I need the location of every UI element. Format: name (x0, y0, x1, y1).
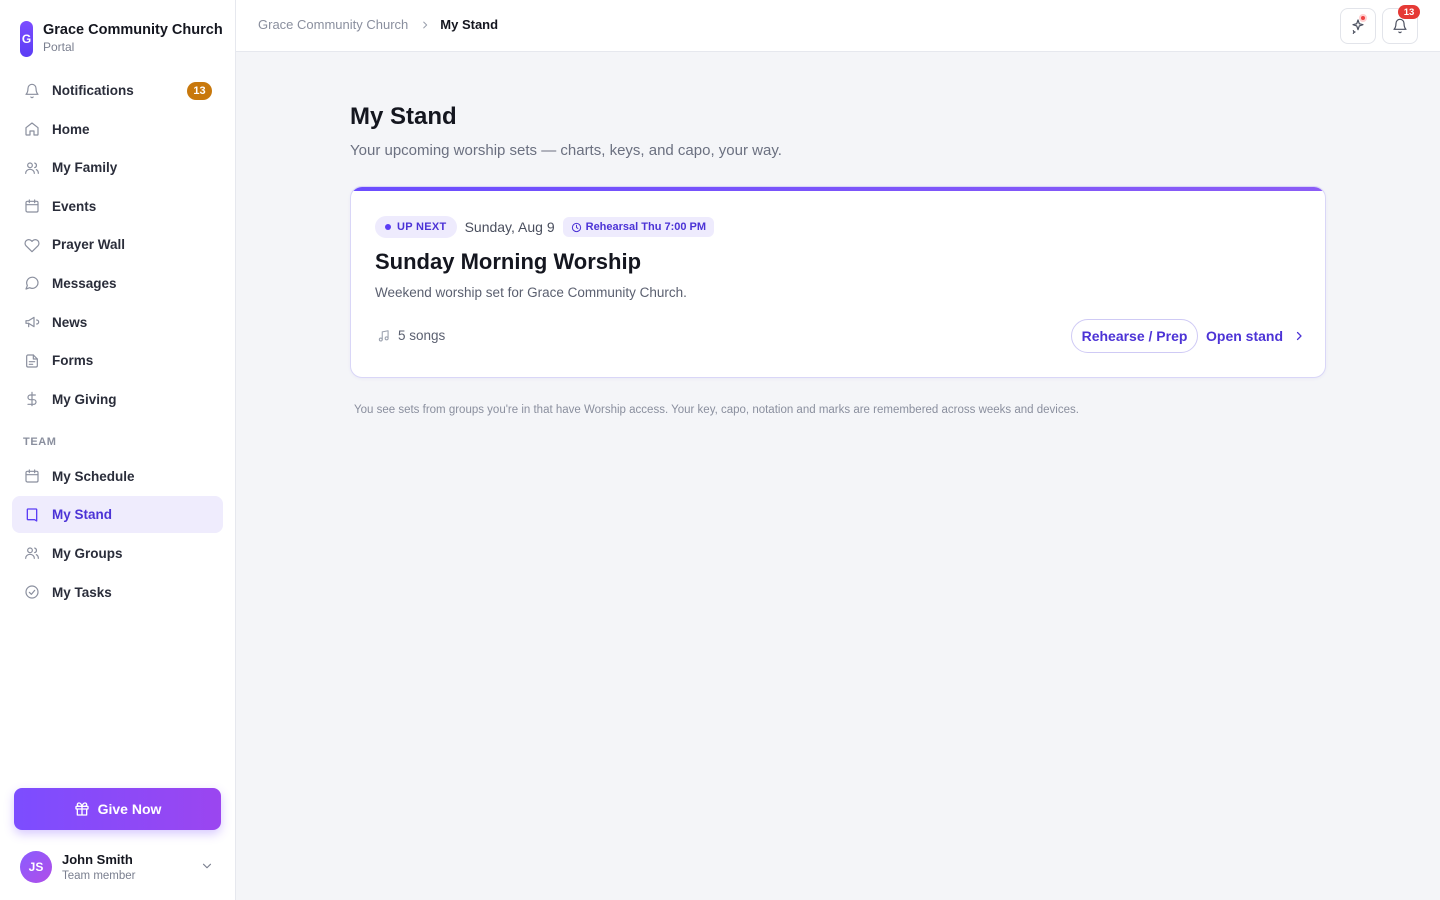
breadcrumb-parent[interactable]: Grace Community Church (258, 17, 408, 32)
users-icon (24, 160, 40, 176)
sidebar-item-label: My Family (52, 160, 118, 176)
worship-set-card: UP NEXT Sunday, Aug 9 Rehearsal Thu 7:00… (350, 186, 1326, 378)
sidebar-item-label: My Stand (52, 507, 113, 523)
give-now-label: Give Now (97, 801, 162, 817)
page-title: My Stand (350, 103, 457, 130)
sidebar-item-my-tasks[interactable]: My Tasks (12, 574, 223, 611)
card-accent-bar (351, 187, 1325, 191)
set-meta: UP NEXT Sunday, Aug 9 Rehearsal Thu 7:00… (375, 216, 715, 238)
up-next-label: UP NEXT (397, 221, 447, 233)
clock-icon (571, 222, 581, 232)
bell-icon (1393, 18, 1407, 34)
open-stand-link[interactable]: Open stand (1206, 319, 1305, 353)
user-role: Team member (62, 869, 136, 882)
calendar-icon (24, 468, 40, 484)
song-count: 5 songs (377, 328, 445, 343)
sidebar-item-my-schedule[interactable]: My Schedule (12, 458, 223, 495)
sidebar-item-my-stand[interactable]: My Stand (12, 496, 223, 534)
sidebar-item-messages[interactable]: Messages (12, 265, 223, 302)
rehearsal-label: Rehearsal Thu 7:00 PM (585, 221, 707, 233)
sidebar: G Grace Community Church Portal Notifica… (0, 0, 236, 900)
sidebar-item-label: News (52, 314, 88, 330)
sidebar-item-label: Events (52, 198, 97, 214)
status-dot (385, 224, 391, 230)
team-section-label: TEAM (23, 435, 57, 448)
sidebar-item-label: Home (52, 121, 90, 137)
breadcrumb: Grace Community Church My Stand (258, 17, 498, 32)
user-menu[interactable]: JS John Smith Team member (20, 850, 220, 884)
song-count-label: 5 songs (398, 328, 446, 343)
sidebar-item-news[interactable]: News (12, 304, 223, 341)
sidebar-item-prayer-wall[interactable]: Prayer Wall (12, 226, 223, 263)
brand-subtitle: Portal (43, 40, 75, 54)
sidebar-item-notifications[interactable]: Notifications 13 (12, 72, 223, 109)
sidebar-item-label: Messages (52, 275, 117, 291)
notifications-count-badge: 13 (187, 82, 212, 100)
page-subtitle: Your upcoming worship sets — charts, key… (350, 142, 782, 159)
calendar-icon (24, 198, 40, 214)
sidebar-item-my-groups[interactable]: My Groups (12, 535, 223, 572)
breadcrumb-current: My Stand (440, 17, 499, 32)
avatar: JS (20, 851, 52, 883)
sidebar-item-label: Forms (52, 353, 94, 369)
brand-logo: G (20, 21, 33, 57)
megaphone-icon (24, 314, 40, 330)
sidebar-item-label: Prayer Wall (52, 237, 126, 253)
rehearse-prep-button[interactable]: Rehearse / Prep (1071, 319, 1198, 353)
chat-icon (24, 275, 40, 291)
document-icon (24, 353, 40, 369)
bell-icon (24, 83, 40, 99)
sidebar-item-label: My Giving (52, 391, 117, 407)
topbar: Grace Community Church My Stand 13 (236, 0, 1440, 52)
sidebar-item-label: My Schedule (52, 468, 135, 484)
give-now-button[interactable]: Give Now (14, 788, 221, 830)
music-note-icon (378, 329, 389, 341)
user-name: John Smith (62, 851, 133, 867)
brand-name: Grace Community Church (43, 22, 223, 38)
check-circle-icon (24, 584, 40, 600)
sidebar-item-label: Notifications (52, 83, 134, 98)
set-date: Sunday, Aug 9 (464, 219, 555, 235)
sidebar-item-label: My Tasks (52, 584, 112, 600)
book-icon (24, 507, 40, 523)
home-icon (24, 121, 40, 137)
dollar-icon (24, 391, 40, 407)
chevron-down-icon[interactable] (200, 859, 214, 873)
sidebar-nav: Notifications 13 Home My Family Events P… (12, 72, 223, 612)
open-stand-label: Open stand (1206, 328, 1284, 344)
gift-icon (74, 802, 89, 816)
heart-icon (24, 237, 40, 253)
notifications-button[interactable]: 13 (1382, 5, 1420, 44)
sidebar-item-forms[interactable]: Forms (12, 342, 223, 379)
notification-count-badge: 13 (1398, 5, 1420, 19)
sidebar-item-home[interactable]: Home (12, 111, 223, 148)
sidebar-item-my-giving[interactable]: My Giving (12, 381, 223, 418)
access-footnote: You see sets from groups you're in that … (354, 404, 1079, 416)
set-description: Weekend worship set for Grace Community … (375, 285, 687, 300)
assistant-alert-dot (1359, 14, 1367, 22)
brand[interactable]: G Grace Community Church Portal (20, 21, 223, 57)
rehearsal-badge: Rehearsal Thu 7:00 PM (562, 217, 715, 237)
up-next-badge: UP NEXT (375, 216, 457, 238)
chevron-right-icon (1296, 331, 1302, 341)
chevron-right-icon (423, 21, 428, 28)
users-icon (24, 545, 40, 561)
assistant-button[interactable] (1340, 8, 1376, 44)
set-title: Sunday Morning Worship (375, 249, 642, 274)
sidebar-item-label: My Groups (52, 545, 123, 561)
sidebar-item-my-family[interactable]: My Family (12, 149, 223, 186)
sidebar-item-events[interactable]: Events (12, 188, 223, 225)
